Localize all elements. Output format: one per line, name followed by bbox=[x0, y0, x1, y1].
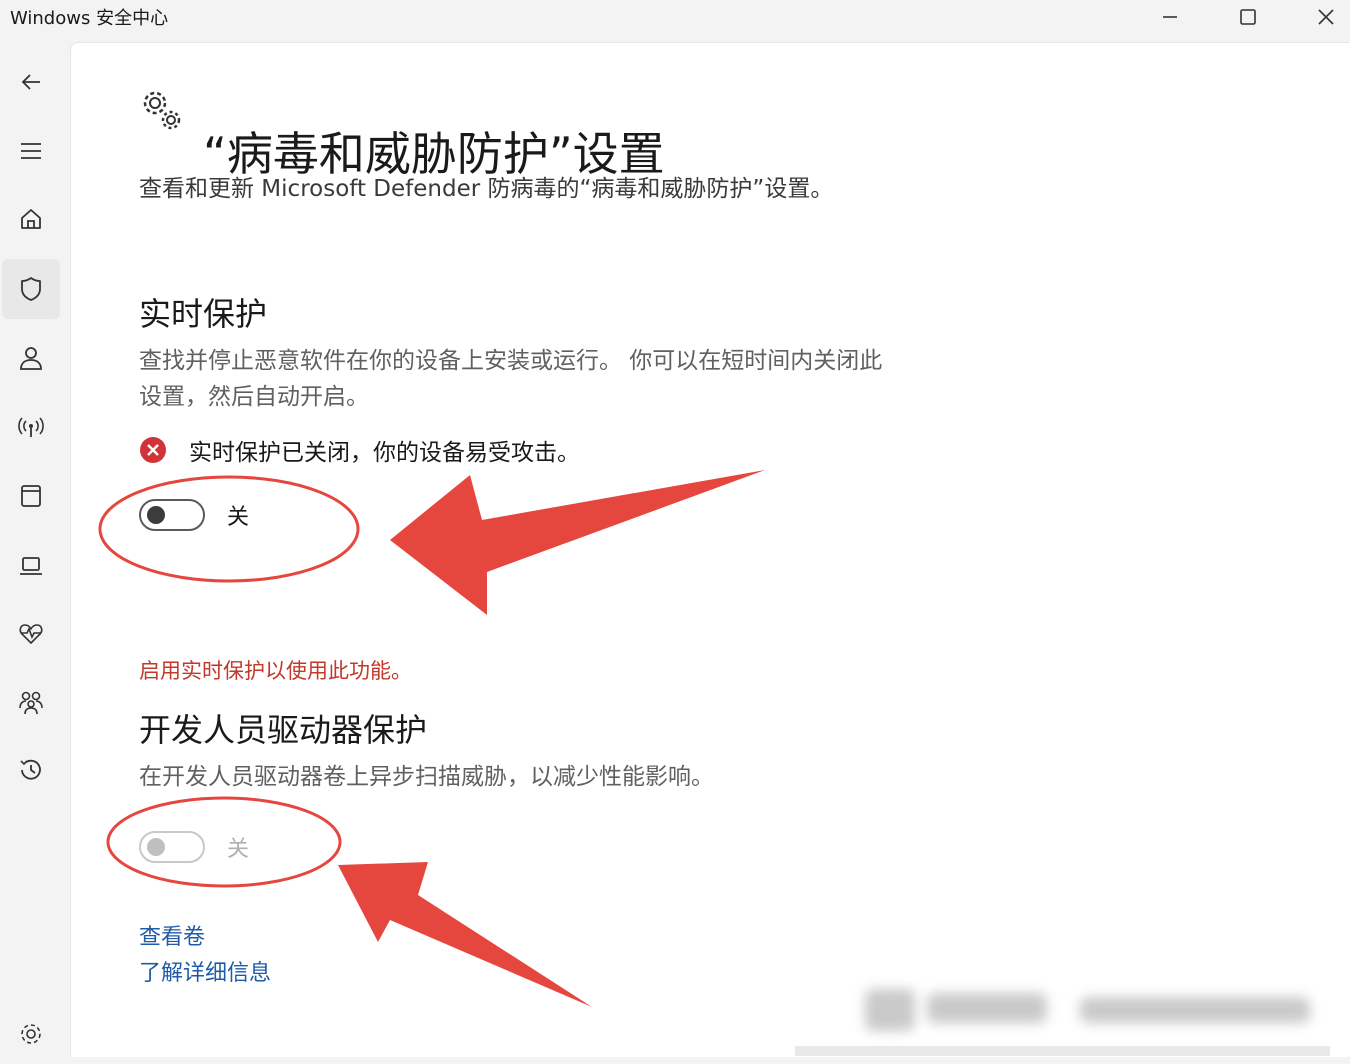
window-title: Windows 安全中心 bbox=[10, 8, 169, 29]
realtime-description: 查找并停止恶意软件在你的设备上安装或运行。 你可以在短时间内关闭此 设置，然后自… bbox=[139, 348, 883, 410]
maximize-icon bbox=[1240, 9, 1256, 25]
family-icon bbox=[19, 691, 43, 715]
realtime-toggle-label: 关 bbox=[227, 505, 250, 530]
devdrive-warning: 启用实时保护以使用此功能。 bbox=[139, 659, 412, 683]
nav-settings[interactable] bbox=[2, 1004, 60, 1064]
heart-pulse-icon bbox=[19, 624, 43, 644]
realtime-section-title: 实时保护 bbox=[139, 295, 268, 333]
back-button[interactable] bbox=[2, 52, 60, 112]
minimize-button[interactable] bbox=[1140, 0, 1200, 34]
app-browser-icon bbox=[21, 485, 41, 507]
realtime-status-text: 实时保护已关闭，你的设备易受攻击。 bbox=[189, 440, 580, 466]
devdrive-protection-toggle[interactable] bbox=[139, 831, 205, 863]
laptop-icon bbox=[20, 557, 42, 575]
realtime-protection-toggle[interactable] bbox=[139, 499, 205, 531]
bottom-divider bbox=[795, 1046, 1330, 1056]
menu-button[interactable] bbox=[2, 121, 60, 181]
nav-virus-protection[interactable] bbox=[2, 259, 60, 319]
navigation-sidebar bbox=[0, 40, 68, 1056]
nav-device-performance[interactable] bbox=[2, 603, 60, 663]
toggle-knob bbox=[147, 838, 165, 856]
settings-gears-icon bbox=[143, 91, 181, 130]
close-icon bbox=[1318, 9, 1334, 25]
devdrive-toggle-label: 关 bbox=[227, 837, 250, 862]
minimize-icon bbox=[1163, 16, 1177, 18]
hamburger-menu-icon bbox=[21, 143, 41, 159]
learn-more-link[interactable]: 了解详细信息 bbox=[139, 955, 271, 987]
shield-icon bbox=[21, 277, 41, 301]
nav-home[interactable] bbox=[2, 189, 60, 249]
devdrive-section-title: 开发人员驱动器保护 bbox=[139, 711, 428, 749]
error-icon bbox=[140, 437, 166, 463]
nav-firewall-network[interactable] bbox=[2, 397, 60, 457]
settings-gear-icon bbox=[21, 1024, 41, 1044]
person-icon bbox=[20, 347, 42, 370]
nav-device-security[interactable] bbox=[2, 535, 60, 595]
realtime-toggle-row: 关 bbox=[139, 499, 249, 531]
page-description: 查看和更新 Microsoft Defender 防病毒的“病毒和威胁防护”设置… bbox=[139, 176, 834, 202]
content-pane: “病毒和威胁防护”设置 查看和更新 Microsoft Defender 防病毒… bbox=[70, 42, 1350, 1057]
view-volumes-link[interactable]: 查看卷 bbox=[139, 919, 205, 951]
nav-account-protection[interactable] bbox=[2, 328, 60, 388]
devdrive-toggle-row: 关 bbox=[139, 831, 249, 863]
nav-family-options[interactable] bbox=[2, 672, 60, 732]
toggle-knob bbox=[147, 506, 165, 524]
nav-app-browser-control[interactable] bbox=[2, 466, 60, 526]
blurred-watermark bbox=[855, 975, 1325, 1045]
maximize-button[interactable] bbox=[1218, 0, 1278, 34]
title-bar: Windows 安全中心 bbox=[0, 0, 1350, 40]
devdrive-description: 在开发人员驱动器卷上异步扫描威胁，以减少性能影响。 bbox=[139, 764, 714, 790]
realtime-status: 实时保护已关闭，你的设备易受攻击。 bbox=[139, 433, 580, 467]
nav-protection-history[interactable] bbox=[2, 740, 60, 800]
wireless-signal-icon bbox=[18, 417, 44, 437]
home-icon bbox=[21, 209, 41, 229]
back-arrow-icon bbox=[21, 74, 40, 90]
close-button[interactable] bbox=[1296, 0, 1350, 34]
history-icon bbox=[20, 759, 41, 780]
